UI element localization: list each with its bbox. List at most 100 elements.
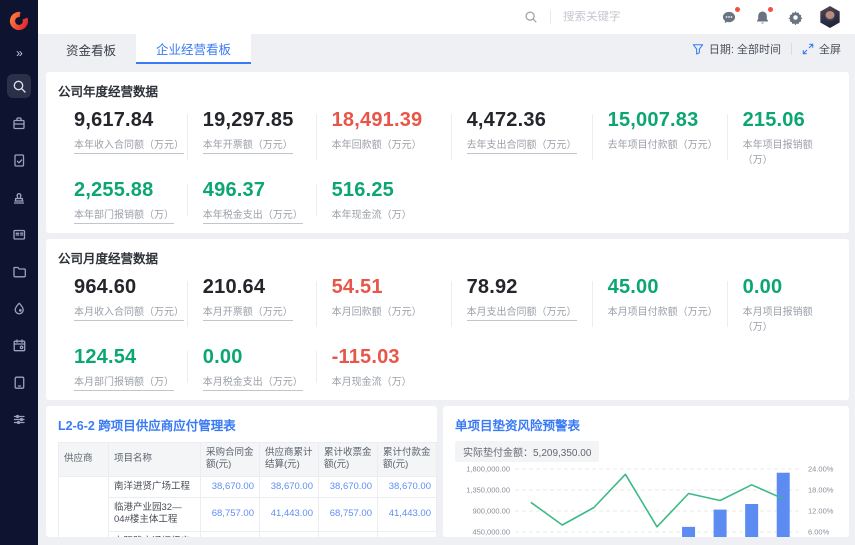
y-axis-left-tick: 900,000.00 bbox=[472, 507, 510, 516]
amount-cell: 13,290.29 bbox=[201, 531, 260, 537]
kpi-value: 0.00 bbox=[743, 276, 837, 299]
risk-chart-title: 单项目垫资风险预警表 bbox=[455, 415, 837, 434]
kpi: 2,255.88本年部门报销额（万） bbox=[58, 179, 187, 224]
table-header-cell: 项目名称 bbox=[109, 443, 201, 477]
search-icon[interactable] bbox=[524, 10, 538, 24]
kpi-value: 9,617.84 bbox=[74, 109, 187, 132]
amount-cell: 68,757.00 bbox=[201, 498, 260, 532]
amount-cell: 41,443.00 bbox=[378, 498, 437, 532]
table-header-cell: 累计收票金额(元) bbox=[319, 443, 378, 477]
kpi: 4,472.36 去年支出合同额（万元） bbox=[451, 109, 592, 168]
kpi-label: 本月部门报销额（万） bbox=[74, 373, 174, 391]
y-axis-right-tick: 12.00% bbox=[808, 507, 834, 516]
topbar bbox=[38, 0, 855, 34]
total-advance-badge: 实际垫付金额：5,209,350.00 bbox=[455, 441, 599, 462]
stamp-icon bbox=[12, 190, 27, 205]
monthly-kpi-grid: 964.60本月收入合同额（万元）210.64本月开票额（万元）54.51本月回… bbox=[58, 276, 837, 391]
bottom-row: L2-6-2 跨项目供应商应付管理表 供应商项目名称采购合同金额(元)供应商累计… bbox=[46, 406, 849, 537]
search-input[interactable] bbox=[563, 11, 673, 23]
kpi-label: 本年部门报销额（万） bbox=[74, 206, 174, 224]
kpi: 516.25本年现金流（万） bbox=[316, 179, 451, 224]
table-header-cell: 采购合同金额(元) bbox=[201, 443, 260, 477]
calendar-icon bbox=[12, 338, 27, 353]
divider bbox=[791, 43, 792, 55]
kpi-value: 4,472.36 bbox=[467, 109, 592, 132]
risk-chart-card: 单项目垫资风险预警表 实际垫付金额：5,209,350.00 1,800,000… bbox=[443, 406, 849, 537]
kpi-label: 本月项目报销额（万） bbox=[743, 303, 837, 335]
sidebar-item-folder[interactable] bbox=[7, 259, 31, 283]
sidebar-item-file-check[interactable] bbox=[7, 148, 31, 172]
annual-data-card: 公司年度经营数据 9,617.84本年收入合同额（万元）19,297.85本年开… bbox=[46, 72, 849, 233]
tablet-icon bbox=[12, 375, 27, 390]
kpi-value: 19,297.85 bbox=[203, 109, 316, 132]
amount-cell: 13,290.29 bbox=[378, 531, 437, 537]
y-axis-left-tick: 450,000.00 bbox=[472, 528, 510, 537]
monthly-card-title: 公司月度经营数据 bbox=[58, 248, 837, 267]
table-header-cell: 供应商累计结算(元) bbox=[260, 443, 319, 477]
kpi-label: 去年项目付款额（万元） bbox=[608, 136, 718, 153]
amount-cell: 38,670.00 bbox=[319, 476, 378, 497]
kpi-label: 本月税金支出（万元） bbox=[203, 373, 303, 391]
supplier-table-title: L2-6-2 跨项目供应商应付管理表 bbox=[58, 415, 425, 434]
annual-card-title: 公司年度经营数据 bbox=[58, 81, 837, 100]
kpi: 496.37本年税金支出（万元） bbox=[187, 179, 316, 224]
amount-cell: 68,757.00 bbox=[319, 498, 378, 532]
fullscreen-button[interactable]: 全屏 bbox=[802, 41, 841, 57]
table-row: 临港产业园32—04#楼主体工程68,757.0041,443.0068,757… bbox=[59, 498, 437, 532]
kpi-label: 本月项目付款额（万元） bbox=[608, 303, 718, 320]
kpi-label: 本年开票额（万元） bbox=[203, 136, 293, 154]
droplet-icon bbox=[12, 301, 27, 316]
bar-7[interactable] bbox=[745, 504, 758, 537]
kpi: 210.64 本月开票额（万元） bbox=[187, 276, 316, 335]
kpi-value: 45.00 bbox=[608, 276, 727, 299]
tab-fund-dashboard[interactable]: 资金看板 bbox=[46, 34, 136, 64]
sidebar-item-tablet[interactable] bbox=[7, 370, 31, 394]
chart-area: 1,800,000.0024.00%1,350,000.0018.00%900,… bbox=[455, 464, 837, 537]
kpi-value: 215.06 bbox=[743, 109, 837, 132]
kpi: 19,297.85 本年开票额（万元） bbox=[187, 109, 316, 168]
kpi: 15,007.83 去年项目付款额（万元） bbox=[592, 109, 727, 168]
sliders-icon bbox=[12, 412, 27, 427]
kpi-label: 去年支出合同额（万元） bbox=[467, 136, 577, 154]
message-icon[interactable] bbox=[721, 10, 737, 25]
file-check-icon bbox=[12, 153, 27, 168]
kpi: 964.60本月收入合同额（万元） bbox=[58, 276, 187, 335]
y-axis-left-tick: 1,800,000.00 bbox=[466, 465, 510, 474]
kpi-label: 本月开票额（万元） bbox=[203, 303, 293, 321]
main-area: 资金看板 企业经营看板 日期: 全部时间 全屏 公司年度经营数据 9,617.8… bbox=[38, 0, 855, 545]
kpi: 78.92本月支出合同额（万元） bbox=[451, 276, 592, 335]
date-filter[interactable]: 日期: 全部时间 bbox=[692, 41, 781, 57]
table-row: 西安云峰建材有限公司南洋进贤广场工程38,670.0038,670.0038,6… bbox=[59, 476, 437, 497]
kpi-value: 15,007.83 bbox=[608, 109, 727, 132]
expand-sidebar-icon[interactable]: » bbox=[16, 46, 22, 60]
sidebar-item-calendar[interactable] bbox=[7, 333, 31, 357]
kpi-label: 本年回款额（万元） bbox=[332, 136, 422, 153]
table-header-cell: 供应商 bbox=[59, 443, 109, 477]
sidebar-item-briefcase[interactable] bbox=[7, 111, 31, 135]
sidebar-item-id-card[interactable] bbox=[7, 222, 31, 246]
amount-cell: 41,443.00 bbox=[260, 498, 319, 532]
folder-icon bbox=[12, 264, 27, 279]
user-avatar[interactable] bbox=[819, 6, 841, 28]
supplier-cell: 西安云峰建材有限公司 bbox=[59, 476, 109, 537]
y-axis-left-tick: 1,350,000.00 bbox=[466, 486, 510, 495]
fullscreen-label: 全屏 bbox=[819, 41, 841, 57]
advance-risk-chart[interactable]: 1,800,000.0024.00%1,350,000.0018.00%900,… bbox=[455, 464, 837, 537]
bar-5[interactable] bbox=[682, 527, 695, 537]
sidebar-item-droplet[interactable] bbox=[7, 296, 31, 320]
app-logo[interactable] bbox=[9, 8, 29, 34]
kpi-value: 210.64 bbox=[203, 276, 316, 299]
kpi-label: 本月收入合同额（万元） bbox=[74, 303, 184, 321]
bar-6[interactable] bbox=[714, 510, 727, 537]
annual-kpi-grid: 9,617.84本年收入合同额（万元）19,297.85本年开票额（万元）18,… bbox=[58, 109, 837, 224]
sidebar-item-stamp[interactable] bbox=[7, 185, 31, 209]
kpi-label: 本年现金流（万） bbox=[332, 206, 412, 223]
sidebar-item-search[interactable] bbox=[7, 74, 31, 98]
kpi-label: 本年项目报销额（万） bbox=[743, 136, 837, 168]
bell-icon[interactable] bbox=[755, 10, 770, 25]
sidebar-item-sliders[interactable] bbox=[7, 407, 31, 431]
bar-8[interactable] bbox=[777, 473, 790, 537]
kpi-value: 18,491.39 bbox=[332, 109, 451, 132]
gear-icon[interactable] bbox=[788, 10, 803, 25]
tab-enterprise-dashboard[interactable]: 企业经营看板 bbox=[136, 34, 251, 64]
